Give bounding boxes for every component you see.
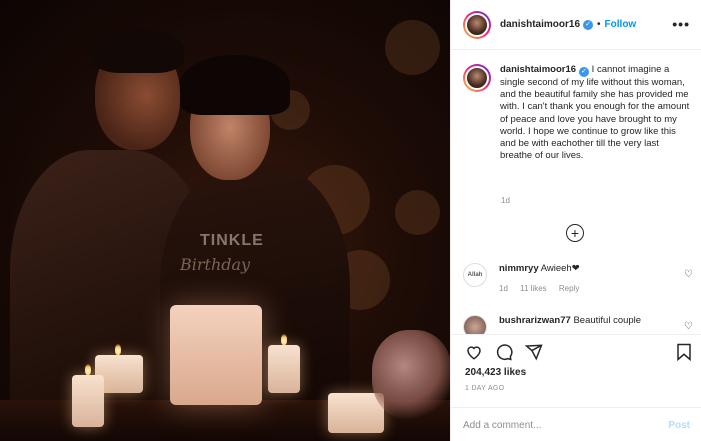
verified-badge-icon: ✓ [583,19,594,30]
bokeh-light [395,190,440,235]
caption-timestamp: 1d [501,196,510,205]
action-icons [465,343,543,361]
post-side-panel: danishtaimoor16 ✓ • Follow ••• danishtai… [450,0,701,441]
follow-button[interactable]: Follow [605,19,637,30]
man-hair [92,28,184,73]
comment-time: 1d [499,284,508,293]
comment-body: nimmryy Awieeh❤ 1d 11 likes Reply [499,263,669,295]
caption-body: danishtaimoor16 ✓ I cannot imagine a sing… [500,64,690,162]
bokeh-light [385,20,440,75]
commenter-avatar[interactable]: Allah [463,263,487,287]
comment-text: Beautiful couple [573,315,642,326]
shirt-print: TINKLE [200,232,264,249]
candle [268,345,300,393]
candle-flame [115,344,121,355]
comment-like-heart-icon[interactable]: ♡ [684,269,693,280]
comment-likes[interactable]: 11 likes [520,284,547,293]
birthday-cake [170,305,262,405]
more-options-icon[interactable]: ••• [672,16,690,32]
author-username[interactable]: danishtaimoor16 [500,19,580,30]
commenter-username[interactable]: bushrarizwan77 [499,315,571,326]
woman-hair [180,55,290,115]
candle-flame [85,364,91,375]
post-comment-button[interactable]: Post [668,420,690,431]
add-comment-bar: Post [451,407,701,441]
post-photo[interactable]: TINKLE Birthday [0,0,450,441]
comment-like-heart-icon[interactable]: ♡ [684,321,693,332]
comment-item: Allah nimmryy Awieeh❤ 1d 11 likes Reply … [463,263,693,295]
cake-topper: Birthday [180,255,251,274]
separator-dot: • [597,19,601,30]
verified-badge-icon: ✓ [579,67,590,77]
candle-flame [281,334,287,345]
candle [72,375,104,427]
comment-text: Awieeh❤ [540,263,580,274]
instagram-post-modal: TINKLE Birthday danishtaimoor16 ✓ • Foll… [0,0,701,441]
heart-icon[interactable] [465,343,483,361]
avatar-image [465,66,489,90]
caption-username[interactable]: danishtaimoor16 [500,64,576,75]
post-header: danishtaimoor16 ✓ • Follow ••• [451,0,701,50]
comment-input[interactable] [463,419,669,431]
caption-avatar[interactable] [463,64,491,92]
load-more-comments-button[interactable]: + [566,224,584,242]
comment-meta: 1d 11 likes Reply [499,283,669,295]
share-icon[interactable] [525,343,543,361]
author-avatar[interactable] [463,10,491,39]
comment-reply-button[interactable]: Reply [559,284,579,293]
flower-bouquet [372,330,450,420]
avatar-image [465,12,489,37]
likes-count[interactable]: 204,423 likes [465,367,526,378]
caption-text: I cannot imagine a single second of my l… [500,64,690,162]
post-actions: 204,423 likes 1 DAY AGO Post [451,334,701,441]
post-caption: danishtaimoor16 ✓ I cannot imagine a sing… [463,64,693,162]
bookmark-icon[interactable] [676,343,692,361]
commenter-username[interactable]: nimmryy [499,263,539,274]
comment-icon[interactable] [495,343,513,361]
post-timestamp: 1 DAY AGO [465,385,505,392]
